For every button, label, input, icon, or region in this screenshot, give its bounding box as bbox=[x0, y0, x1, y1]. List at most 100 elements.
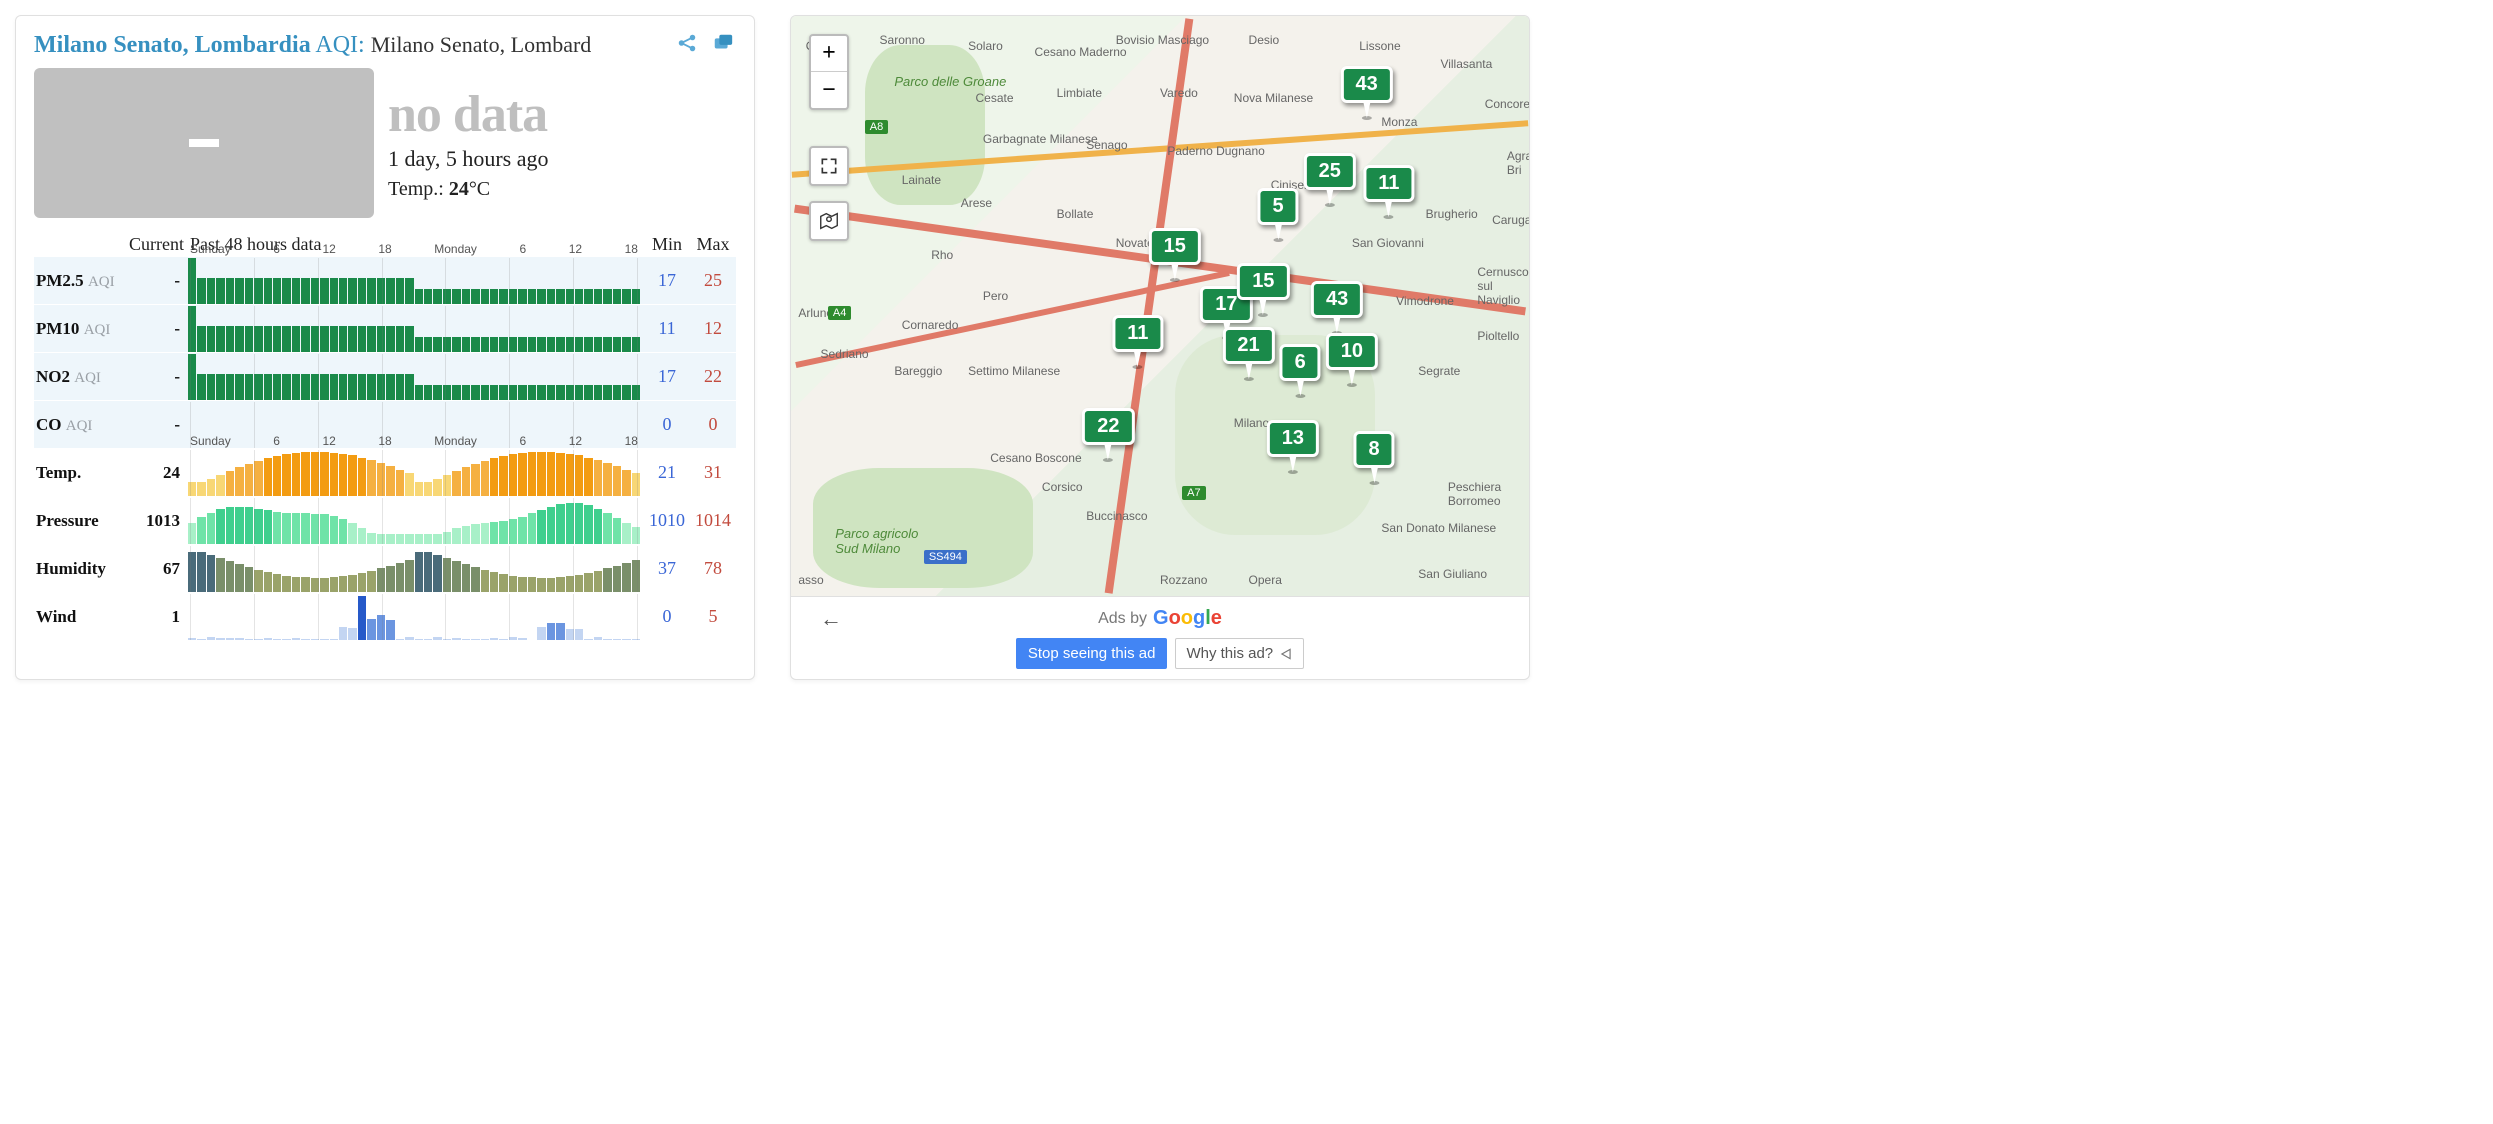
map-place-label: Limbiate bbox=[1057, 86, 1102, 100]
row-current: 67 bbox=[124, 559, 184, 579]
ad-back-arrow[interactable]: ← bbox=[801, 607, 861, 630]
map-place-label: Milano bbox=[1234, 416, 1269, 430]
map-place-label: Agrate Bri bbox=[1507, 149, 1529, 177]
row-max: 5 bbox=[690, 606, 736, 627]
row-pressure: Pressure101310101014 bbox=[34, 497, 736, 545]
map-place-label: Cesate bbox=[976, 91, 1014, 105]
map-place-label: Vimodrone bbox=[1396, 294, 1454, 308]
title-icons bbox=[674, 32, 736, 54]
windows-icon[interactable] bbox=[710, 32, 736, 54]
row-pm10: PM10 AQI- 1112 bbox=[34, 305, 736, 353]
map-place-label: Lainate bbox=[902, 173, 941, 187]
row-max: 78 bbox=[690, 558, 736, 579]
col-max: Max bbox=[690, 234, 736, 255]
map-place-label: Senago bbox=[1086, 138, 1127, 152]
aqi-marker[interactable]: 6 bbox=[1280, 344, 1321, 381]
why-this-ad-button[interactable]: Why this ad? bbox=[1175, 638, 1304, 669]
road-sign: SS494 bbox=[924, 550, 967, 564]
hero-info: no data 1 day, 5 hours ago Temp.: 24°C bbox=[388, 68, 549, 218]
row-label: PM2.5 AQI bbox=[34, 271, 124, 291]
map-place-label: Cesano Maderno bbox=[1035, 45, 1127, 59]
map-place-label: Pero bbox=[983, 289, 1008, 303]
aqi-marker[interactable]: 43 bbox=[1341, 66, 1393, 103]
aqi-value-dash bbox=[189, 139, 219, 147]
map-place-label: Bollate bbox=[1057, 207, 1094, 221]
aqi-marker[interactable]: 10 bbox=[1326, 333, 1378, 370]
map-place-label: Lissone bbox=[1359, 39, 1400, 53]
sparkline-pm25: Sunday61218Monday61218 bbox=[184, 258, 644, 304]
row-max: 31 bbox=[690, 462, 736, 483]
fullscreen-button[interactable] bbox=[809, 146, 849, 186]
row-label: NO2 AQI bbox=[34, 367, 124, 387]
aqi-marker[interactable]: 21 bbox=[1222, 327, 1274, 364]
map-place-label: Cornaredo bbox=[902, 318, 959, 332]
row-min: 37 bbox=[644, 558, 690, 579]
aqi-marker[interactable]: 22 bbox=[1082, 408, 1134, 445]
map-place-label: Segrate bbox=[1418, 364, 1460, 378]
zoom-out-button[interactable]: − bbox=[811, 72, 847, 108]
map-place-label: Bovisio Masciago bbox=[1116, 33, 1209, 47]
place-subtitle: Milano Senato, Lombard bbox=[371, 32, 592, 57]
row-label: Wind bbox=[34, 607, 124, 627]
locate-button[interactable] bbox=[809, 201, 849, 241]
row-max: 12 bbox=[690, 318, 736, 339]
row-max: 0 bbox=[690, 414, 736, 435]
map-place-label: Opera bbox=[1249, 573, 1282, 587]
row-current: - bbox=[124, 319, 184, 339]
map-place-label: Solaro bbox=[968, 39, 1003, 53]
zoom-in-button[interactable]: + bbox=[811, 36, 847, 72]
aqi-marker[interactable]: 8 bbox=[1353, 431, 1394, 468]
aqi-marker[interactable]: 15 bbox=[1149, 228, 1201, 265]
map-place-label: Bareggio bbox=[894, 364, 942, 378]
road-sign: A7 bbox=[1182, 486, 1205, 500]
title-text: Milano Senato, Lombardia AQI: Milano Sen… bbox=[34, 30, 591, 60]
map-place-label: Settimo Milanese bbox=[968, 364, 1060, 378]
pollutant-rows: PM2.5 AQI-Sunday61218Monday612181725PM10… bbox=[34, 257, 736, 641]
row-current: 1013 bbox=[124, 511, 184, 531]
map-place-label: San Giuliano bbox=[1418, 567, 1487, 581]
map-place-label: asso bbox=[798, 573, 823, 587]
share-icon[interactable] bbox=[674, 32, 700, 54]
aqi-marker[interactable]: 11 bbox=[1112, 315, 1163, 352]
map-place-label: Corsico bbox=[1042, 480, 1083, 494]
map-place-label: San Giovanni bbox=[1352, 236, 1424, 250]
row-label: Humidity bbox=[34, 559, 124, 579]
row-min: 11 bbox=[644, 318, 690, 339]
row-min: 17 bbox=[644, 270, 690, 291]
map-place-label: Carugate bbox=[1492, 213, 1529, 227]
map-place-label: Peschiera Borromeo bbox=[1448, 480, 1529, 508]
map-place-label: Monza bbox=[1381, 115, 1417, 129]
map[interactable]: + − OriggioSaronnoSolaroCesano MadernoBo… bbox=[791, 16, 1529, 596]
row-min: 1010 bbox=[644, 510, 690, 531]
ads-by-google: Ads by Google bbox=[801, 607, 1519, 630]
aqi-marker[interactable]: 11 bbox=[1363, 165, 1414, 202]
map-park-label: Parco delle Groane bbox=[894, 74, 1006, 89]
map-place-label: Concorezzo bbox=[1485, 97, 1529, 111]
aqi-marker[interactable]: 15 bbox=[1237, 263, 1289, 300]
row-humidity: Humidity67 3778 bbox=[34, 545, 736, 593]
map-place-label: San Donato Milanese bbox=[1381, 521, 1496, 535]
sparkline-pressure bbox=[184, 498, 644, 544]
sparkline-wind bbox=[184, 594, 644, 640]
sparkline-pm10 bbox=[184, 306, 644, 352]
aqi-word: AQI: bbox=[315, 32, 364, 58]
aqi-marker[interactable]: 43 bbox=[1311, 281, 1363, 318]
road-sign: A4 bbox=[828, 306, 851, 320]
sparkline-temp: Sunday61218Monday61218 bbox=[184, 450, 644, 496]
row-min: 0 bbox=[644, 606, 690, 627]
ad-bar: ← Ads by Google Stop seeing this ad Why … bbox=[791, 596, 1529, 679]
row-current: 24 bbox=[124, 463, 184, 483]
map-place-label: Desio bbox=[1249, 33, 1280, 47]
aqi-marker[interactable]: 5 bbox=[1258, 188, 1299, 225]
map-place-label: Garbagnate Milanese bbox=[983, 132, 1098, 146]
stop-seeing-ad-button[interactable]: Stop seeing this ad bbox=[1016, 638, 1168, 669]
aqi-marker[interactable]: 13 bbox=[1267, 420, 1319, 457]
row-label: Temp. bbox=[34, 463, 124, 483]
map-place-label: Rozzano bbox=[1160, 573, 1207, 587]
row-temp: Temp.24Sunday61218Monday612182131 bbox=[34, 449, 736, 497]
aqi-marker[interactable]: 25 bbox=[1304, 153, 1356, 190]
map-place-label: Arese bbox=[961, 196, 992, 210]
row-label: PM10 AQI bbox=[34, 319, 124, 339]
map-place-label: Rho bbox=[931, 248, 953, 262]
place-link[interactable]: Milano Senato, Lombardia bbox=[34, 32, 311, 58]
